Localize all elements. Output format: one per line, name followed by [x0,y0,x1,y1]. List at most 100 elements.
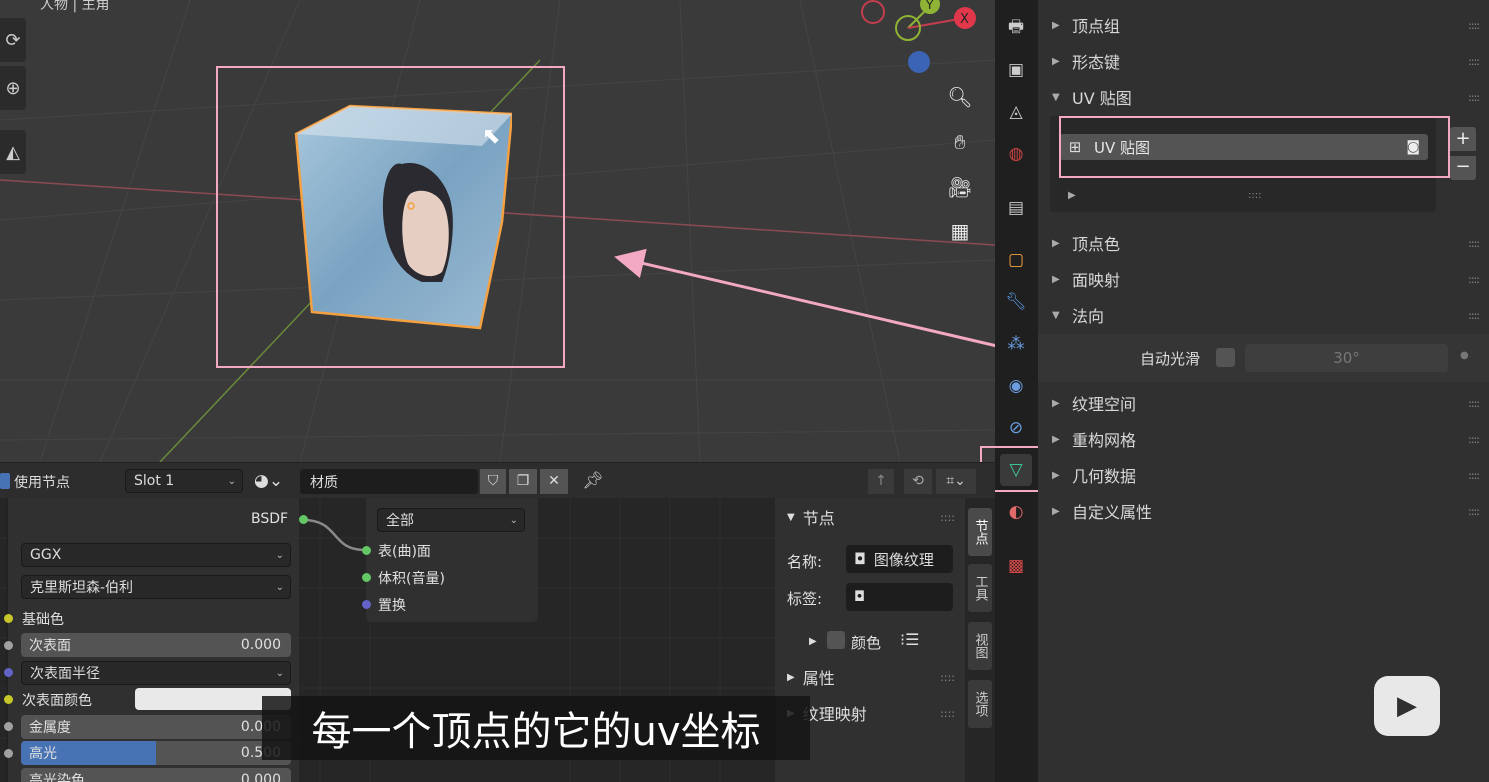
color-label: 颜色 [851,634,882,652]
highlight-box-cube [216,66,565,368]
camera-icon[interactable]: 🎥︎ [943,170,977,204]
subsurface-color-label: 次表面颜色 [22,693,92,709]
surface-label: 表(曲)面 [378,544,431,560]
distribution-dropdown[interactable]: GGX ⌄ [21,543,291,567]
normals-subpanel: 自动光滑 30° ● [1038,334,1489,382]
remove-uv-map-button[interactable]: − [1450,156,1476,180]
highlight-box-uv-map [1059,116,1450,178]
use-nodes-label: 使用节点 [14,475,70,491]
add-uv-map-button[interactable]: + [1450,127,1476,151]
name-label: 名称: [787,553,823,571]
node-color-checkbox[interactable] [827,631,845,649]
sidebar-tab-node[interactable]: 节点 [968,508,992,556]
auto-smooth-checkbox[interactable] [1216,348,1235,367]
subsurface-method-dropdown[interactable]: 克里斯坦森-伯利 ⌄ [21,575,291,599]
pin-icon[interactable]: 📌︎ [582,471,604,491]
world-tab-icon[interactable]: ◍ [1000,138,1032,170]
surface-socket[interactable] [362,546,371,555]
bsdf-output-socket[interactable] [299,515,308,524]
navigation-gizmo[interactable]: Y X [855,0,985,80]
material-tab-icon[interactable]: ◐ [1000,496,1032,528]
modifier-wrench-icon[interactable]: 🔧︎ [1000,286,1032,318]
snap-icon[interactable]: ⟲ [904,469,932,494]
material-browse-icon[interactable]: ◕⌄ [254,471,283,491]
video-subtitle: 每一个顶点的它的uv坐标 [262,696,810,760]
section-uv-maps[interactable]: ▼ UV 贴图:::: [1052,82,1489,112]
subsurface-color-socket[interactable] [4,695,13,704]
specular-socket[interactable] [4,749,13,758]
subsurface-socket[interactable] [4,641,13,650]
sidebar-tab-tool[interactable]: 工具 [968,564,992,612]
sidebar-tab-view[interactable]: 视图 [968,622,992,670]
node-name-field[interactable]: ◘ 图像纹理 [846,545,953,573]
fake-user-shield-icon[interactable]: ⛉ [480,469,506,494]
parent-node-tree-icon[interactable]: ↑ [868,469,894,494]
metallic-socket[interactable] [4,722,13,731]
auto-smooth-label: 自动光滑 [1140,350,1201,368]
specular-tint-field[interactable]: 高光染色 0.000 [21,768,291,782]
slot-dropdown[interactable]: Slot 1 ⌄ [125,469,243,493]
properties-panel: ▶ 顶点组:::: ▶ 形态键:::: ▼ UV 贴图:::: ⊞ UV 贴图 ◙ ▶… [1038,0,1489,782]
section-face-maps[interactable]: ▶ 面映射:::: [1052,264,1489,294]
render-tab-icon[interactable]: 🖶︎ [1000,12,1032,44]
section-shape-keys[interactable]: ▶ 形态键:::: [1052,46,1489,76]
sidebar-tab-options[interactable]: 选项 [968,680,992,728]
constraints-tab-icon[interactable]: ⊘ [1000,412,1032,444]
node-editor-header: 使用节点 Slot 1 ⌄ ◕⌄ 材质 ⛉ ❐ ✕ 📌︎ ↑ ⟲ ⌗⌄ [0,462,995,498]
node-section-header[interactable]: ▼ 节点:::: [775,504,965,530]
snap-mode-icon[interactable]: ⌗⌄ [936,469,976,494]
material-output-node[interactable]: 全部 ⌄ 表(曲)面 体积(音量) 置换 [362,498,538,622]
volume-label: 体积(音量) [378,571,445,587]
material-name-field[interactable]: 材质 [300,469,478,494]
section-vertex-groups[interactable]: ▶ 顶点组:::: [1052,10,1489,40]
node-tag-field[interactable]: ◘ [846,583,953,611]
bilibili-logo-icon: ▶ [1374,676,1440,736]
subsurface-field[interactable]: 次表面 0.000 [21,633,291,657]
section-texture-space[interactable]: ▶ 纹理空间:::: [1052,388,1489,418]
object-tab-icon[interactable]: ▢ [1000,244,1032,276]
color-list-icon[interactable]: ⁝☰ [900,630,919,649]
subsurface-radius-socket[interactable] [4,668,13,677]
volume-socket[interactable] [362,573,371,582]
duplicate-material-icon[interactable]: ❐ [509,469,537,494]
transform-tool-icon[interactable]: ⊕ [0,66,26,110]
viewport-header-text: 人物 | 主角 [40,0,110,13]
use-nodes-checkbox[interactable] [0,473,10,489]
metallic-field[interactable]: 金属度 0.000 [21,715,291,739]
grid-view-icon[interactable]: ▦ [943,214,977,248]
svg-text:Y: Y [925,0,934,12]
properties-section-header[interactable]: ▶ 属性:::: [775,664,965,690]
principled-bsdf-node[interactable]: BSDF GGX ⌄ 克里斯坦森-伯利 ⌄ 基础色 次表面 0.000 次表面半径 ⌄ … [4,498,308,782]
unlink-material-icon[interactable]: ✕ [540,469,568,494]
section-custom-properties[interactable]: ▶ 自定义属性:::: [1052,496,1489,526]
collection-tab-icon[interactable]: ▤ [1000,192,1032,224]
expand-list-icon[interactable]: ▶ [1068,190,1076,201]
section-vertex-colors[interactable]: ▶ 顶点色:::: [1052,228,1489,258]
section-remesh[interactable]: ▶ 重构网格:::: [1052,424,1489,454]
list-resize-grip[interactable]: :::: [1248,190,1261,201]
section-normals[interactable]: ▼ 法向:::: [1052,300,1489,330]
zoom-icon[interactable]: 🔍︎ [943,80,977,114]
base-color-socket[interactable] [4,614,13,623]
specular-field[interactable]: 高光 0.500 [21,741,291,765]
auto-smooth-angle-field[interactable]: 30° [1245,344,1448,372]
base-color-label: 基础色 [22,612,64,628]
particles-tab-icon[interactable]: ⁂ [1000,328,1032,360]
svg-text:X: X [960,12,969,27]
view-layer-tab-icon[interactable]: ◬ [1000,96,1032,128]
displacement-label: 置换 [378,598,406,614]
subsurface-radius-dropdown[interactable]: 次表面半径 ⌄ [21,661,291,685]
displacement-socket[interactable] [362,600,371,609]
3d-viewport[interactable]: 人物 | 主角 ⟳ ⊕ ◭ Y X 🔍︎ ✋︎ 🎥︎ ▦ ⬉ [0,0,995,462]
properties-tab-strip: 🖶︎ ▣ ◬ ◍ ▤ ▢ 🔧︎ ⁂ ◉ ⊘ ▽ ◐ ▩ [980,0,1047,782]
section-geometry-data[interactable]: ▶ 几何数据:::: [1052,460,1489,490]
keyframe-dot-icon[interactable]: ● [1460,350,1469,361]
output-tab-icon[interactable]: ▣ [1000,54,1032,86]
output-target-dropdown[interactable]: 全部 ⌄ [377,508,525,532]
physics-tab-icon[interactable]: ◉ [1000,370,1032,402]
texture-tab-icon[interactable]: ▩ [1000,550,1032,582]
pan-hand-icon[interactable]: ✋︎ [943,125,977,159]
rotate-tool-icon[interactable]: ⟳ [0,18,26,62]
color-expand-icon[interactable]: ▶ [809,636,817,647]
measure-tool-icon[interactable]: ◭ [0,130,26,174]
